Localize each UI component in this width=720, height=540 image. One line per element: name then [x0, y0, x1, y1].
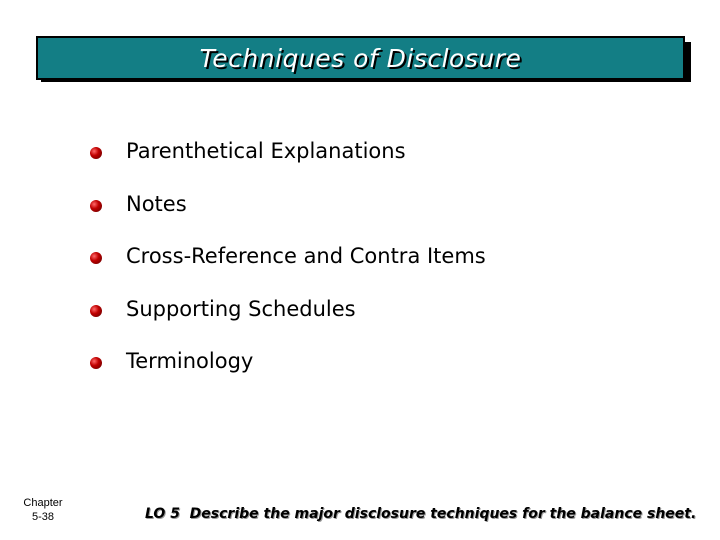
bullet-sphere-icon: [90, 199, 102, 212]
bullet-text: Notes: [126, 191, 187, 216]
bullet-item: Cross-Reference and Contra Items: [90, 230, 486, 283]
learning-objective: LO 5 Describe the major disclosure techn…: [145, 506, 697, 522]
bullet-text: Cross-Reference and Contra Items: [126, 244, 486, 269]
bullet-item: Supporting Schedules: [90, 283, 486, 336]
bullet-text: Terminology: [126, 349, 254, 374]
page-number: 5-38: [31, 511, 55, 523]
bullet-sphere-icon: [90, 304, 102, 317]
bullet-item: Terminology: [90, 335, 486, 388]
chapter-text: Chapter: [23, 497, 63, 509]
bullet-text: Parenthetical Explanations: [126, 139, 406, 164]
bullet-sphere-icon: [90, 357, 102, 370]
chapter-label: Chapter 5-38: [18, 496, 68, 524]
bullet-sphere-icon: [90, 252, 102, 265]
title-banner: Techniques of Disclosure: [36, 36, 685, 80]
slide-title: Techniques of Disclosure: [199, 43, 522, 73]
bullet-item: Parenthetical Explanations: [90, 125, 486, 178]
bullet-list: Parenthetical Explanations Notes Cross-R…: [90, 125, 486, 388]
bullet-text: Supporting Schedules: [126, 296, 356, 321]
bullet-sphere-icon: [90, 147, 102, 160]
bullet-item: Notes: [90, 178, 486, 231]
